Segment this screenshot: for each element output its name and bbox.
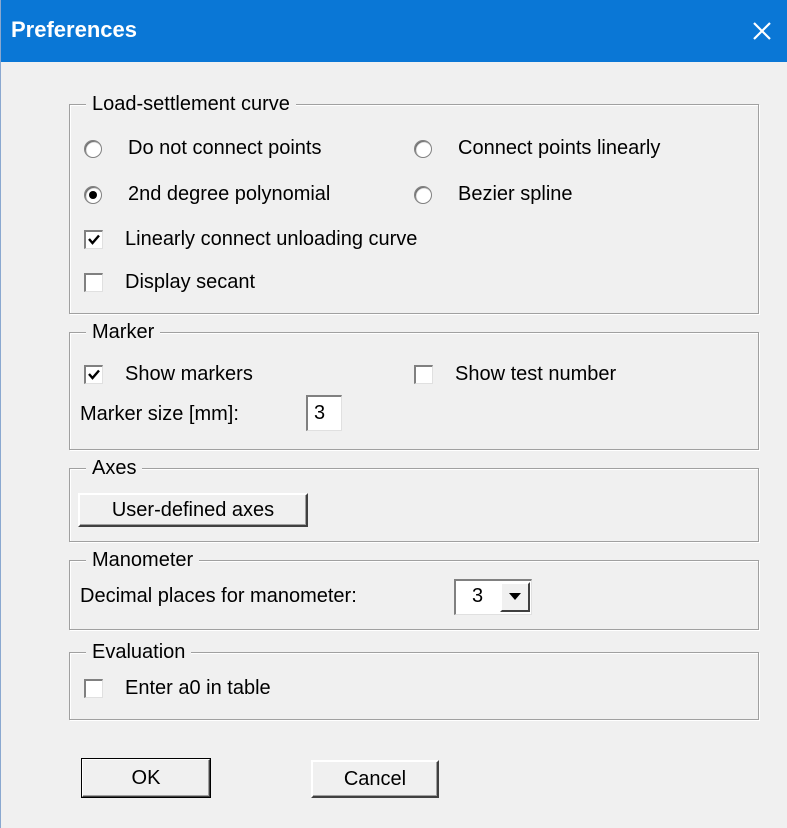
- close-button[interactable]: [737, 0, 787, 62]
- checkbox-show-markers[interactable]: Show markers: [84, 363, 253, 386]
- radio-do-not-connect[interactable]: Do not connect points: [84, 137, 321, 160]
- load-settlement-group-label: Load-settlement curve: [86, 91, 296, 117]
- axes-group-label: Axes: [86, 455, 143, 481]
- marker-group-label: Marker: [86, 319, 161, 345]
- checkbox-unloading-curve-label: Linearly connect unloading curve: [125, 228, 418, 250]
- checkbox-display-secant[interactable]: Display secant: [84, 271, 255, 294]
- ok-button[interactable]: OK: [81, 758, 211, 798]
- radio-connect-linearly-label: Connect points linearly: [458, 137, 661, 159]
- checkmark-icon: [88, 234, 100, 245]
- checkbox-show-test-number-box[interactable]: [414, 365, 433, 384]
- radio-connect-linearly-circle[interactable]: [414, 139, 432, 158]
- evaluation-group-label: Evaluation: [86, 639, 192, 665]
- checkbox-show-test-number[interactable]: Show test number: [414, 363, 616, 386]
- checkbox-unloading-curve[interactable]: Linearly connect unloading curve: [84, 228, 417, 251]
- evaluation-group: Evaluation Enter a0 in table: [69, 639, 759, 720]
- manometer-group: Manometer Decimal places for manometer: …: [69, 547, 759, 630]
- close-icon: [753, 22, 771, 40]
- checkbox-display-secant-box[interactable]: [84, 273, 103, 292]
- radio-bezier-circle[interactable]: [414, 185, 432, 204]
- checkbox-unloading-curve-box[interactable]: [84, 230, 103, 249]
- cancel-button[interactable]: Cancel: [311, 760, 439, 798]
- decimal-places-select[interactable]: 3: [454, 579, 532, 615]
- checkbox-display-secant-label: Display secant: [125, 271, 256, 293]
- marker-group: Marker Show markers Show test number Mar…: [69, 319, 759, 450]
- user-defined-axes-button[interactable]: User-defined axes: [78, 493, 308, 527]
- radio-polynomial-circle[interactable]: [84, 185, 102, 204]
- radio-polynomial[interactable]: 2nd degree polynomial: [84, 183, 330, 206]
- checkbox-enter-a0-label: Enter a0 in table: [125, 677, 271, 699]
- checkbox-enter-a0-box[interactable]: [84, 679, 103, 698]
- manometer-group-label: Manometer: [86, 547, 200, 573]
- radio-do-not-connect-label: Do not connect points: [128, 137, 322, 159]
- checkbox-enter-a0[interactable]: Enter a0 in table: [84, 677, 271, 700]
- checkbox-show-test-number-label: Show test number: [455, 363, 617, 385]
- checkbox-show-markers-box[interactable]: [84, 365, 103, 384]
- dropdown-arrow-button[interactable]: [500, 582, 530, 612]
- checkbox-show-markers-label: Show markers: [125, 363, 253, 385]
- radio-do-not-connect-circle[interactable]: [84, 139, 102, 158]
- axes-group: Axes User-defined axes: [69, 455, 759, 542]
- title-bar[interactable]: Preferences: [1, 0, 787, 62]
- marker-size-label: Marker size [mm]:: [80, 403, 239, 425]
- radio-bezier-label: Bezier spline: [458, 183, 573, 205]
- radio-bezier[interactable]: Bezier spline: [414, 183, 573, 206]
- chevron-down-icon: [509, 593, 521, 600]
- preferences-dialog: Preferences Load-settlement curve Do not…: [0, 0, 787, 828]
- marker-size-input[interactable]: 3: [306, 395, 342, 431]
- radio-polynomial-label: 2nd degree polynomial: [128, 183, 331, 205]
- dialog-title: Preferences: [11, 17, 137, 42]
- load-settlement-group: Load-settlement curve Do not connect poi…: [69, 91, 759, 314]
- checkmark-icon: [88, 369, 100, 380]
- decimal-places-value: 3: [472, 585, 484, 607]
- radio-connect-linearly[interactable]: Connect points linearly: [414, 137, 660, 160]
- decimal-places-label: Decimal places for manometer:: [80, 585, 357, 607]
